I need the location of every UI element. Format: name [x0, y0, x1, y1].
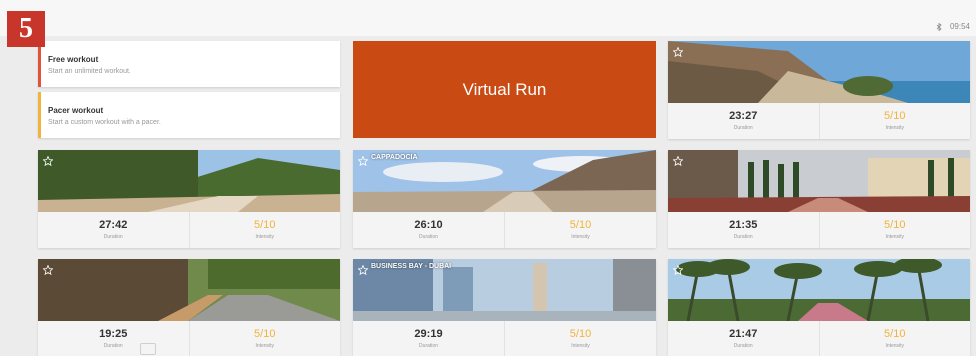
duration-value: 21:35	[729, 219, 758, 231]
intensity-label: Intensity	[885, 125, 905, 131]
free-workout-card[interactable]: Free workout Start an unlimited workout.	[38, 41, 340, 87]
star-icon[interactable]	[357, 262, 369, 280]
intensity-label: Intensity	[255, 343, 275, 349]
intensity-stat: 5/10 Intensity	[504, 212, 656, 248]
intensity-value: 5/10	[884, 219, 906, 231]
star-icon[interactable]	[672, 153, 684, 171]
route-stats: 23:27 Duration 5/10 Intensity	[668, 103, 970, 139]
accent-bar	[38, 92, 41, 138]
duration-label: Duration	[733, 125, 753, 131]
duration-label: Duration	[733, 343, 753, 349]
duration-stat: 21:35 Duration	[668, 212, 819, 248]
bluetooth-icon	[936, 22, 942, 31]
star-icon[interactable]	[42, 262, 54, 280]
free-workout-title: Free workout	[48, 55, 99, 64]
route-title: CAPPADOCIA	[371, 154, 418, 161]
star-icon[interactable]	[357, 153, 369, 171]
duration-label: Duration	[103, 234, 123, 240]
route-card[interactable]: 23:27 Duration 5/10 Intensity	[668, 41, 970, 139]
intensity-value: 5/10	[884, 328, 906, 340]
accent-bar	[38, 41, 41, 87]
intensity-stat: 5/10 Intensity	[188, 321, 341, 356]
duration-stat: 26:10 Duration	[353, 212, 504, 248]
route-stats: 29:19 Duration 5/10 Intensity	[353, 321, 656, 356]
star-icon[interactable]	[42, 153, 54, 171]
duration-value: 23:27	[729, 110, 758, 122]
pacer-workout-card[interactable]: Pacer workout Start a custom workout wit…	[38, 92, 340, 138]
clock: 09:54	[949, 22, 970, 31]
route-card[interactable]: 27:42 Duration 5/10 Intensity	[38, 150, 340, 248]
duration-value: 26:10	[414, 219, 443, 231]
intensity-label: Intensity	[255, 234, 275, 240]
star-icon[interactable]	[672, 262, 684, 280]
star-icon[interactable]	[672, 44, 684, 62]
route-card[interactable]: BUSINESS BAY - DUBAI 29:19 Duration 5/10 I…	[353, 259, 656, 356]
duration-stat: 27:42 Duration	[38, 212, 189, 248]
pacer-workout-subtitle: Start a custom workout with a pacer.	[48, 119, 161, 126]
duration-label: Duration	[419, 343, 438, 349]
pacer-workout-title: Pacer workout	[48, 106, 104, 115]
duration-stat: 23:27 Duration	[668, 103, 819, 139]
intensity-stat: 5/10 Intensity	[188, 212, 341, 248]
intensity-value: 5/10	[884, 110, 906, 122]
route-stats: 21:35 Duration 5/10 Intensity	[668, 212, 970, 248]
intensity-label: Intensity	[885, 343, 905, 349]
intensity-stat: 5/10 Intensity	[818, 103, 971, 139]
route-title: BUSINESS BAY - DUBAI	[371, 263, 452, 270]
free-workout-subtitle: Start an unlimited workout.	[48, 68, 131, 75]
route-stats: 19:25 Duration 5/10 Intensity	[38, 321, 340, 356]
duration-value: 27:42	[99, 219, 128, 231]
intensity-stat: 5/10 Intensity	[504, 321, 656, 356]
intensity-label: Intensity	[571, 234, 590, 240]
duration-label: Duration	[419, 234, 438, 240]
route-thumbnail	[38, 259, 340, 321]
duration-label: Duration	[103, 343, 123, 349]
intensity-value: 5/10	[569, 328, 592, 340]
duration-value: 29:19	[414, 328, 443, 340]
route-card[interactable]: CAPPADOCIA 26:10 Duration 5/10 Intensity	[353, 150, 656, 248]
intensity-value: 5/10	[254, 219, 276, 231]
intensity-stat: 5/10 Intensity	[818, 321, 971, 356]
route-card[interactable]: 21:47 Duration 5/10 Intensity	[668, 259, 970, 356]
route-thumbnail	[668, 259, 970, 321]
route-thumbnail	[668, 41, 970, 103]
step-number-badge: 5	[7, 11, 45, 47]
status-bar: 09:54	[936, 22, 970, 31]
virtual-run-tile[interactable]: Virtual Run	[353, 41, 656, 138]
route-stats: 27:42 Duration 5/10 Intensity	[38, 212, 340, 248]
duration-label: Duration	[733, 234, 753, 240]
route-card[interactable]: 21:35 Duration 5/10 Intensity	[668, 150, 970, 248]
route-card[interactable]: 19:25 Duration 5/10 Intensity	[38, 259, 340, 356]
duration-value: 19:25	[99, 328, 128, 340]
screen-icon	[140, 343, 156, 355]
route-stats: 21:47 Duration 5/10 Intensity	[668, 321, 970, 356]
intensity-label: Intensity	[885, 234, 905, 240]
intensity-value: 5/10	[569, 219, 592, 231]
intensity-label: Intensity	[571, 343, 590, 349]
duration-value: 21:47	[729, 328, 758, 340]
intensity-value: 5/10	[254, 328, 276, 340]
route-thumbnail	[668, 150, 970, 212]
route-thumbnail	[38, 150, 340, 212]
duration-stat: 21:47 Duration	[668, 321, 819, 356]
intensity-stat: 5/10 Intensity	[818, 212, 971, 248]
duration-stat: 19:25 Duration	[38, 321, 189, 356]
route-stats: 26:10 Duration 5/10 Intensity	[353, 212, 656, 248]
top-bar	[0, 0, 976, 36]
duration-stat: 29:19 Duration	[353, 321, 504, 356]
